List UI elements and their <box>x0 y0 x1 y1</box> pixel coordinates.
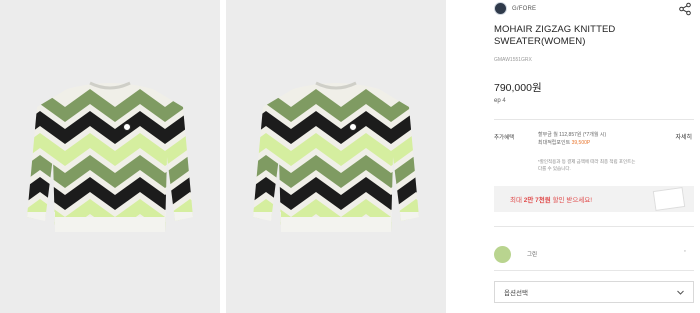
benefit-label: 추가혜택 <box>494 135 515 141</box>
sweater-illustration <box>27 81 193 232</box>
product-title: MOHAIR ZIGZAG KNITTED SWEATER(WOMEN) <box>494 24 616 47</box>
product-price: 790,000원 <box>494 82 542 94</box>
installment-line: 할부금 월 112,857원 (*7개월 시) <box>538 132 607 138</box>
sweater-illustration <box>253 81 419 232</box>
color-swatch[interactable] <box>494 245 511 263</box>
brand-logo-icon <box>494 2 507 15</box>
share-icon[interactable] <box>678 2 692 16</box>
points-number: 4 <box>502 98 506 104</box>
coupon-banner[interactable]: 최대 2만 7천원 할인 받으세요! <box>494 186 694 212</box>
color-label: 그린 <box>527 252 538 258</box>
divider <box>494 270 694 271</box>
more-icon[interactable]: ◦ <box>684 248 686 255</box>
points-prefix: ep <box>494 98 501 104</box>
coupon-amount: 2만 7천원 <box>523 197 551 204</box>
max-points-line: 최대적립포인트 39,500P <box>538 140 653 148</box>
coupon-card-icon <box>652 187 686 211</box>
points-value: ep 4 <box>494 98 506 104</box>
divider <box>494 226 694 227</box>
product-image-1[interactable] <box>0 0 220 313</box>
brand-link[interactable]: G/FORE <box>494 2 536 15</box>
max-points-label: 최대적립포인트 <box>538 139 571 146</box>
coupon-suffix: 할인 받으세요! <box>550 197 593 204</box>
benefit-detail-link[interactable]: 자세히 <box>675 132 692 141</box>
benefit-note: *할인적용과 등 결제 금액에 따라 최종 적립 포인트는 다를 수 있습니다. <box>538 159 636 171</box>
option-select-placeholder: 옵션선택 <box>504 290 528 297</box>
color-option-row[interactable]: 그린 ◦ <box>494 244 694 264</box>
coupon-text: 최대 2만 7천원 할인 받으세요! <box>510 194 592 204</box>
coupon-prefix: 최대 <box>510 197 524 204</box>
product-sku: GMAW1551GRX <box>494 57 532 63</box>
product-image-2[interactable] <box>226 0 446 313</box>
divider <box>494 119 694 120</box>
max-points-value: 39,500P <box>571 139 591 146</box>
option-select[interactable]: 옵션선택 <box>494 281 694 303</box>
benefit-lines: 할부금 월 112,857원 (*7개월 시) 최대적립포인트 39,500P <box>538 132 653 147</box>
product-info-panel: G/FORE MOHAIR ZIGZAG KNITTED SWEATER(WOM… <box>488 0 700 313</box>
chevron-down-icon <box>677 290 684 295</box>
brand-name: G/FORE <box>512 5 537 12</box>
